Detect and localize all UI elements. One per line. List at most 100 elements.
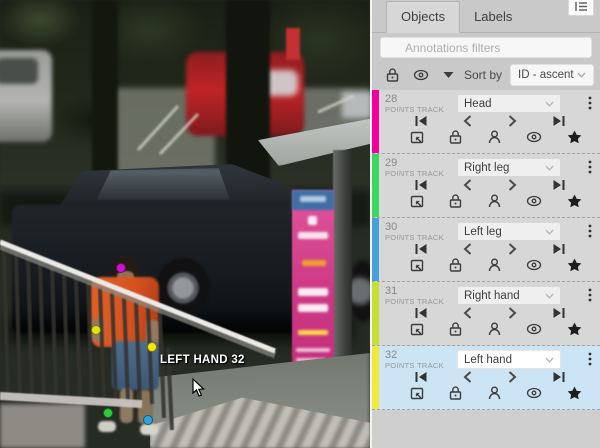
track-menu-button[interactable]: [584, 350, 596, 368]
track-type: POINTS TRACK: [385, 298, 457, 306]
lock-track-button[interactable]: [449, 130, 462, 144]
label-select[interactable]: Right leg: [457, 158, 561, 177]
label-select[interactable]: Right hand: [457, 286, 561, 305]
switch-outside-button[interactable]: [410, 259, 424, 272]
hide-track-button[interactable]: [526, 387, 542, 399]
sort-order-select[interactable]: ID - ascent: [510, 64, 594, 86]
pin-track-button[interactable]: [567, 322, 582, 336]
sidebar-tabs: Objects Labels: [372, 0, 600, 33]
last-keyframe-button[interactable]: [552, 179, 566, 191]
next-keyframe-button[interactable]: [508, 243, 517, 255]
keyframe-nav-row: [372, 113, 600, 127]
chevron-right-icon: [508, 307, 517, 319]
track-header: 30 POINTS TRACK Left leg: [372, 218, 600, 241]
pin-track-button[interactable]: [567, 386, 582, 400]
object-track-row-30[interactable]: 30 POINTS TRACK Left leg: [372, 218, 600, 282]
switch-outside-button[interactable]: [410, 387, 424, 400]
lock-all-button[interactable]: [386, 68, 399, 82]
last-keyframe-icon: [552, 307, 566, 319]
switch-occluded-button[interactable]: [488, 322, 501, 336]
prev-keyframe-button[interactable]: [463, 179, 472, 191]
switch-occluded-button[interactable]: [488, 386, 501, 400]
last-keyframe-button[interactable]: [552, 371, 566, 383]
star-icon: [567, 322, 582, 336]
prev-keyframe-button[interactable]: [463, 115, 472, 127]
first-keyframe-button[interactable]: [414, 179, 428, 191]
switch-outside-button[interactable]: [410, 131, 424, 144]
track-menu-button[interactable]: [584, 286, 596, 304]
next-keyframe-button[interactable]: [508, 179, 517, 191]
switch-occluded-button[interactable]: [488, 258, 501, 272]
person-icon: [488, 130, 501, 144]
switch-occluded-button[interactable]: [488, 194, 501, 208]
switch-occluded-button[interactable]: [488, 130, 501, 144]
hide-track-button[interactable]: [526, 323, 542, 335]
tab-labels[interactable]: Labels: [460, 2, 526, 32]
label-select[interactable]: Head: [457, 94, 561, 113]
keypoint-left-leg[interactable]: [143, 415, 153, 425]
pin-track-button[interactable]: [567, 258, 582, 272]
lock-icon: [449, 386, 462, 400]
eye-icon: [526, 387, 542, 399]
track-type: POINTS TRACK: [385, 362, 457, 370]
keyframe-nav-row: [372, 369, 600, 383]
object-track-row-28[interactable]: 28 POINTS TRACK Head: [372, 90, 600, 154]
next-keyframe-button[interactable]: [508, 307, 517, 319]
track-menu-button[interactable]: [584, 158, 596, 176]
eye-icon: [526, 259, 542, 271]
chevron-left-icon: [463, 179, 472, 191]
select-box-icon: [410, 323, 424, 336]
sidebar-header: Objects Labels: [372, 0, 600, 90]
last-keyframe-button[interactable]: [552, 307, 566, 319]
track-actions-row: [372, 127, 600, 144]
last-keyframe-button[interactable]: [552, 243, 566, 255]
lock-track-button[interactable]: [449, 322, 462, 336]
hide-all-button[interactable]: [413, 69, 429, 81]
track-menu-button[interactable]: [584, 222, 596, 240]
first-keyframe-button[interactable]: [414, 371, 428, 383]
label-select[interactable]: Left hand: [457, 350, 561, 369]
hide-track-button[interactable]: [526, 131, 542, 143]
track-menu-button[interactable]: [584, 94, 596, 112]
star-icon: [567, 386, 582, 400]
first-keyframe-button[interactable]: [414, 115, 428, 127]
annotations-filter-input[interactable]: [380, 37, 592, 58]
switch-outside-button[interactable]: [410, 323, 424, 336]
keypoint-left-hand[interactable]: [147, 342, 157, 352]
first-keyframe-button[interactable]: [414, 243, 428, 255]
keypoint-right-leg[interactable]: [103, 408, 113, 418]
label-select[interactable]: Left leg: [457, 222, 561, 241]
lock-track-button[interactable]: [449, 386, 462, 400]
chevron-down-icon: [545, 101, 554, 107]
keypoint-right-hand[interactable]: [91, 325, 101, 335]
first-keyframe-button[interactable]: [414, 307, 428, 319]
expand-all-button[interactable]: [443, 71, 454, 79]
keypoint-head[interactable]: [116, 263, 126, 273]
hide-track-button[interactable]: [526, 195, 542, 207]
chevron-down-icon: [545, 357, 554, 363]
lock-track-button[interactable]: [449, 194, 462, 208]
lock-track-button[interactable]: [449, 258, 462, 272]
prev-keyframe-button[interactable]: [463, 243, 472, 255]
caret-down-icon: [443, 71, 454, 79]
prev-keyframe-button[interactable]: [463, 307, 472, 319]
lock-icon: [449, 258, 462, 272]
pin-track-button[interactable]: [567, 130, 582, 144]
object-track-row-32[interactable]: 32 POINTS TRACK Left hand: [372, 346, 600, 410]
label-select-value: Right hand: [464, 290, 520, 302]
first-keyframe-icon: [414, 307, 428, 319]
next-keyframe-button[interactable]: [508, 371, 517, 383]
next-keyframe-button[interactable]: [508, 115, 517, 127]
pin-track-button[interactable]: [567, 194, 582, 208]
eye-icon: [526, 131, 542, 143]
switch-outside-button[interactable]: [410, 195, 424, 208]
prev-keyframe-button[interactable]: [463, 371, 472, 383]
hide-track-button[interactable]: [526, 259, 542, 271]
last-keyframe-button[interactable]: [552, 115, 566, 127]
object-track-row-31[interactable]: 31 POINTS TRACK Right hand: [372, 282, 600, 346]
annotation-app: LEFT HAND 32 Objects Labels: [0, 0, 600, 448]
object-track-row-29[interactable]: 29 POINTS TRACK Right leg: [372, 154, 600, 218]
track-type: POINTS TRACK: [385, 234, 457, 242]
annotation-canvas[interactable]: LEFT HAND 32: [0, 0, 370, 448]
tab-objects[interactable]: Objects: [386, 1, 460, 33]
